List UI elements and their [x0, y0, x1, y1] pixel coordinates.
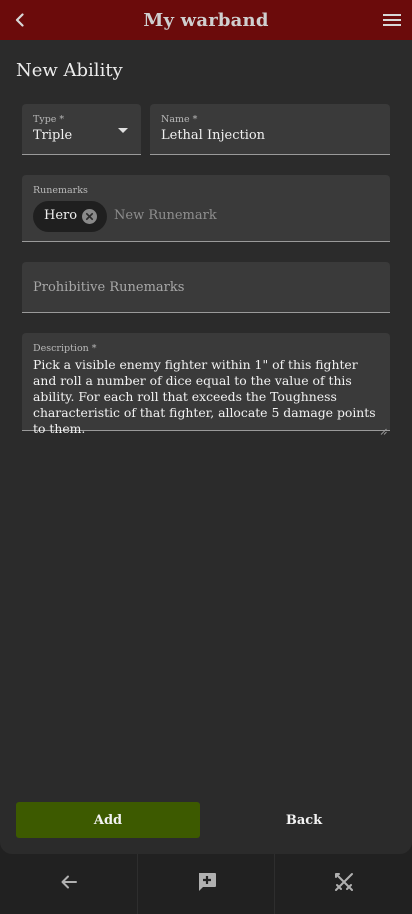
- name-label: Name *: [161, 114, 198, 125]
- runemarks-field[interactable]: Runemarks Hero New Runemark: [22, 175, 390, 242]
- description-text[interactable]: Pick a visible enemy fighter within 1" o…: [33, 357, 383, 437]
- chevron-down-icon: [118, 128, 128, 133]
- new-runemark-input[interactable]: New Runemark: [114, 208, 217, 223]
- menu-icon[interactable]: [380, 8, 404, 32]
- type-label: Type *: [33, 114, 65, 125]
- type-value: Triple: [33, 128, 73, 143]
- resize-handle-icon[interactable]: [380, 420, 387, 435]
- name-value: Lethal Injection: [161, 128, 266, 143]
- crossed-swords-icon: [333, 871, 355, 897]
- nav-add-comment[interactable]: [138, 854, 275, 914]
- back-icon[interactable]: [8, 8, 32, 32]
- page-title: New Ability: [16, 60, 123, 81]
- prohibitive-runemarks-field[interactable]: Prohibitive Runemarks: [22, 262, 390, 313]
- name-field[interactable]: Name * Lethal Injection: [150, 104, 390, 155]
- description-field[interactable]: Description * Pick a visible enemy fight…: [22, 333, 390, 436]
- type-select[interactable]: Type * Triple: [22, 104, 141, 155]
- add-button[interactable]: Add: [16, 802, 200, 838]
- chip-remove-icon[interactable]: [82, 209, 97, 224]
- arrow-left-icon: [59, 872, 79, 896]
- runemarks-label: Runemarks: [33, 185, 88, 196]
- add-comment-icon: [196, 871, 218, 897]
- bottom-nav: [0, 854, 412, 914]
- app-bar: My warband: [0, 0, 412, 40]
- prohibitive-runemarks-placeholder: Prohibitive Runemarks: [33, 280, 185, 295]
- back-button[interactable]: Back: [212, 802, 396, 838]
- chip-label: Hero: [44, 208, 78, 223]
- nav-battle[interactable]: [275, 854, 412, 914]
- app-title: My warband: [143, 9, 269, 31]
- runemark-chip[interactable]: Hero: [33, 201, 107, 232]
- description-label: Description *: [33, 343, 97, 354]
- form-card: New Ability Type * Triple Name * Lethal …: [0, 40, 412, 854]
- nav-back[interactable]: [0, 854, 137, 914]
